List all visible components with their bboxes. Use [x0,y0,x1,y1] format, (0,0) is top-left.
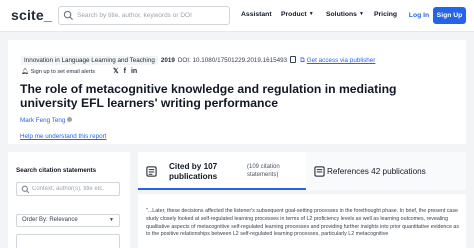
search-box[interactable] [58,6,230,25]
citation-statements-count: (109 citation statements) [247,164,280,178]
help-link[interactable]: Help me understand this report [20,133,106,140]
scite-logo[interactable]: scite_ [11,7,52,23]
bell-icon: 🔔︎ [21,69,29,75]
tab-cited-by[interactable]: Cited by 107 publications (109 citation … [138,152,306,190]
orcid-icon [67,117,73,122]
cited-by-label: Cited by 107 publications [169,162,218,181]
panel-title: Search citation statements [16,167,97,174]
alerts-label: Sign up to set email alerts [30,69,95,75]
filter-select[interactable] [16,234,120,248]
nav-label: Pricing [374,11,398,18]
citation-statement-card: "...Later, these decisions affected the … [138,194,466,248]
author-link[interactable]: Mark Feng Teng [20,117,73,124]
citation-quote: "...Later, these decisions affected the … [146,208,459,238]
search-icon [21,185,30,194]
citation-search-input[interactable] [32,184,118,194]
citation-search-box[interactable] [16,182,120,196]
citation-search-panel: Search citation statements Order By: Rel… [8,152,130,248]
nav-product[interactable]: Product ▼ [281,11,314,18]
order-by-select[interactable]: Order By: Relevance ▼ [16,214,120,227]
publication-year: 2019 [160,57,175,64]
article-meta: Innovation in Language Learning and Teac… [21,56,375,65]
copy-icon[interactable] [290,56,297,63]
nav-pricing[interactable]: Pricing [374,11,397,18]
email-alerts-link[interactable]: 🔔︎ Sign up to set email alerts [21,68,95,75]
login-button[interactable]: Log In [406,8,432,23]
get-access-link[interactable]: Get access via publisher [307,57,376,64]
order-by-label: Order By: Relevance [22,217,78,223]
search-input[interactable] [77,9,227,22]
nav-label: Solutions [326,11,357,18]
nav-assistant[interactable]: Assistant [241,11,272,18]
top-navigation-bar: scite_ Assistant Product▼ Solutions▼ Pri… [0,0,474,32]
signup-button[interactable]: Sign Up [433,7,466,24]
article-title: The role of metacognitive knowledge and … [20,82,397,110]
nav-solutions[interactable]: Solutions ▼ [326,11,364,18]
citation-tabs: Cited by 107 publications (109 citation … [138,152,466,190]
chevron-down-icon: ▼ [308,11,314,17]
chevron-down-icon: ▼ [358,11,364,17]
article-card: Innovation in Language Learning and Teac… [8,40,466,144]
twitter-icon[interactable]: 𝕏 [113,68,119,75]
nav-label: Assistant [241,11,272,18]
tab-references[interactable]: References 42 publications [306,152,466,190]
facebook-icon[interactable]: f [124,68,126,75]
references-label: References 42 publications [327,167,426,176]
author-name: Mark Feng Teng [20,117,66,124]
citation-icon [146,166,157,177]
logo-text: scite_ [11,7,52,23]
nav-label: Product [281,11,307,18]
search-icon [63,10,74,21]
linkedin-icon[interactable]: in [131,68,137,75]
journal-name[interactable]: Innovation in Language Learning and Teac… [21,56,158,65]
chevron-down-icon: ▼ [109,217,114,223]
external-link-icon: ⧉ [300,57,305,64]
social-share: 𝕏f in [113,67,142,75]
doi: DOI: 10.1080/17501229.2019.1615493 [177,57,288,64]
references-icon [314,166,325,177]
